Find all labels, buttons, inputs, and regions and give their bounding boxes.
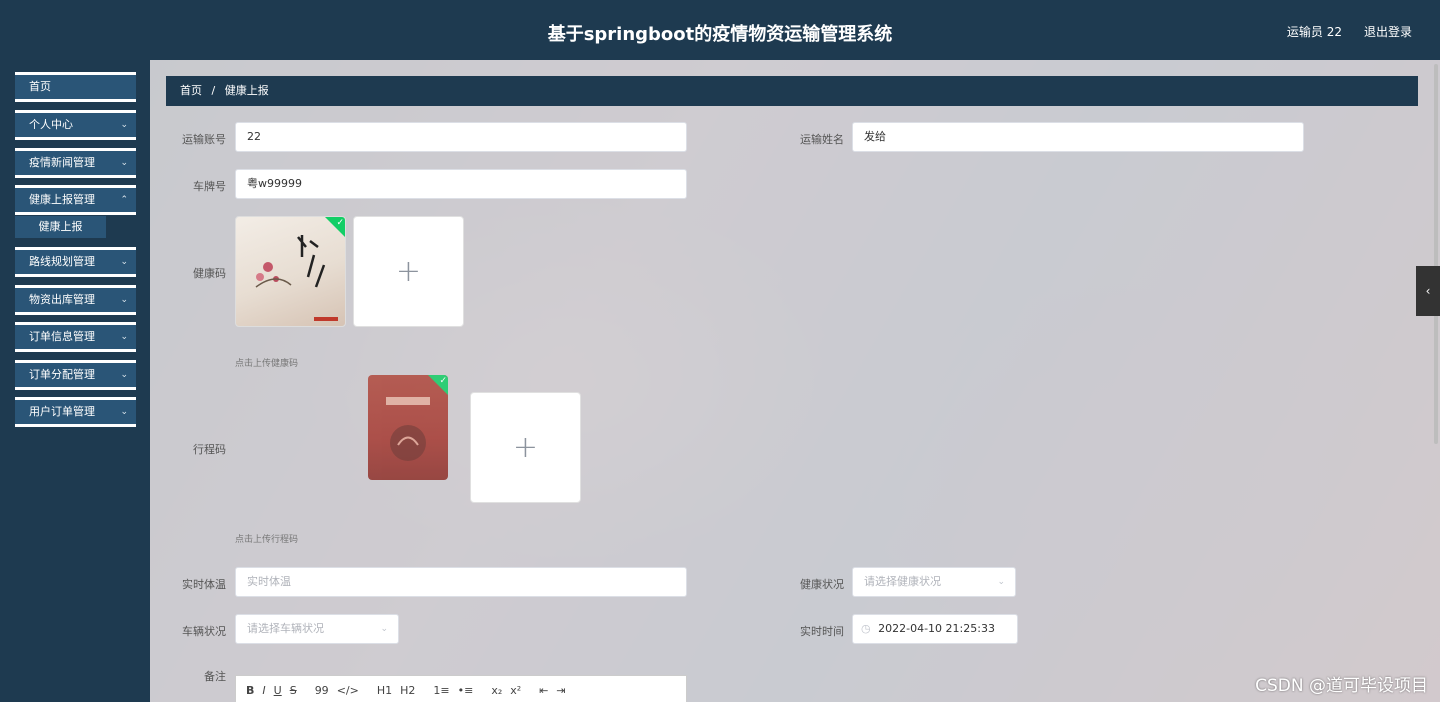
sidebar-item-home[interactable]: 首页 (15, 72, 136, 102)
plate-label: 车牌号 (193, 180, 226, 193)
chevron-down-icon: ⌄ (997, 577, 1005, 587)
header2-button[interactable]: H2 (400, 684, 415, 697)
submenu-item-health-report[interactable]: 健康上报 (15, 216, 106, 238)
account-label: 运输账号 (182, 133, 226, 146)
breadcrumb-separator: / (211, 84, 216, 97)
vehicle-status-placeholder: 请选择车辆状况 (247, 622, 324, 635)
chevron-down-icon: ⌄ (120, 407, 128, 417)
indent-button[interactable]: ⇥ (556, 684, 565, 697)
editor-toolbar: B I U S 99 </> H1 H2 1≡ •≡ x₂ x² ⇤ ⇥ (246, 684, 566, 697)
sidebar-item-news[interactable]: 疫情新闻管理 ⌄ (15, 148, 136, 178)
logout-link[interactable]: 退出登录 (1364, 23, 1412, 40)
app-title: 基于springboot的疫情物资运输管理系统 (547, 24, 893, 45)
bold-button[interactable]: B (246, 684, 254, 697)
temperature-label: 实时体温 (182, 578, 226, 591)
time-label: 实时时间 (800, 625, 844, 638)
italic-button[interactable]: I (262, 684, 265, 697)
health-code-label: 健康码 (193, 267, 226, 280)
time-picker[interactable]: ◷ 2022-04-10 21:25:33 (852, 614, 1018, 644)
chevron-down-icon: ⌄ (120, 120, 128, 130)
time-value: 2022-04-10 21:25:33 (878, 622, 995, 635)
name-input[interactable]: 发给 (852, 122, 1304, 152)
remark-editor[interactable]: B I U S 99 </> H1 H2 1≡ •≡ x₂ x² ⇤ ⇥ (235, 675, 687, 702)
chevron-down-icon: ⌄ (380, 624, 388, 634)
breadcrumb: 首页 / 健康上报 (166, 76, 1418, 106)
plate-input[interactable]: 粤w99999 (235, 169, 687, 199)
sidebar-item-user-orders[interactable]: 用户订单管理 ⌄ (15, 397, 136, 427)
upload-success-icon: ✓ (428, 375, 448, 395)
vehicle-status-select[interactable]: 请选择车辆状况 ⌄ (235, 614, 399, 644)
current-user: 运输员 22 (1286, 25, 1342, 39)
health-status-select[interactable]: 请选择健康状况 ⌄ (852, 567, 1016, 597)
sidebar: 首页 个人中心 ⌄ 疫情新闻管理 ⌄ 健康上报管理 ⌃ 健康上报 路线规划管理 … (0, 60, 150, 702)
upload-success-icon: ✓ (325, 217, 345, 237)
chevron-down-icon: ⌄ (120, 332, 128, 342)
sidebar-item-label: 物资出库管理 (29, 293, 95, 306)
blockquote-button[interactable]: 99 (315, 684, 329, 697)
vehicle-status-label: 车辆状况 (182, 625, 226, 638)
health-code-hint: 点击上传健康码 (235, 359, 299, 369)
underline-button[interactable]: U (274, 684, 282, 697)
chevron-down-icon: ⌄ (120, 257, 128, 267)
main-content: 首页 / 健康上报 运输账号 22 运输姓名 发给 车牌号 粤w99999 健康… (150, 60, 1440, 702)
chevron-down-icon: ⌄ (120, 158, 128, 168)
trip-code-upload-button[interactable]: + (470, 392, 581, 503)
scrollbar[interactable] (1434, 64, 1438, 444)
breadcrumb-home[interactable]: 首页 (180, 84, 202, 97)
plus-icon: + (395, 254, 422, 289)
sidebar-item-order-info[interactable]: 订单信息管理 ⌄ (15, 322, 136, 352)
chevron-up-icon: ⌃ (120, 195, 128, 205)
watermark: CSDN @道可毕设项目 (1255, 676, 1428, 696)
sidebar-item-supplies-outbound[interactable]: 物资出库管理 ⌄ (15, 285, 136, 315)
sidebar-item-label: 疫情新闻管理 (29, 156, 95, 169)
sidebar-item-label: 订单分配管理 (29, 368, 95, 381)
account-input[interactable]: 22 (235, 122, 687, 152)
temperature-input[interactable]: 实时体温 (235, 567, 687, 597)
header1-button[interactable]: H1 (377, 684, 392, 697)
ordered-list-button[interactable]: 1≡ (433, 684, 449, 697)
trip-code-image[interactable]: ✓ (368, 375, 448, 480)
subscript-button[interactable]: x₂ (491, 684, 502, 697)
sidebar-item-label: 用户订单管理 (29, 405, 95, 418)
trip-code-hint: 点击上传行程码 (235, 535, 299, 545)
sidebar-item-order-allocation[interactable]: 订单分配管理 ⌄ (15, 360, 136, 390)
name-label: 运输姓名 (800, 133, 844, 146)
plus-icon: + (512, 430, 539, 465)
health-code-image[interactable]: ✓ (235, 216, 346, 327)
strike-button[interactable]: S (290, 684, 297, 697)
remark-label: 备注 (204, 670, 226, 683)
breadcrumb-current: 健康上报 (224, 84, 269, 97)
sidebar-item-personal-center[interactable]: 个人中心 ⌄ (15, 110, 136, 140)
chevron-down-icon: ⌄ (120, 370, 128, 380)
sidebar-item-route-planning[interactable]: 路线规划管理 ⌄ (15, 247, 136, 277)
top-header: 基于springboot的疫情物资运输管理系统 运输员 22 退出登录 (0, 0, 1440, 60)
health-status-placeholder: 请选择健康状况 (864, 575, 941, 588)
sidebar-item-label: 健康上报管理 (29, 193, 95, 206)
chevron-left-icon[interactable]: ‹ (1416, 266, 1440, 316)
sidebar-item-label: 首页 (29, 80, 51, 93)
superscript-button[interactable]: x² (510, 684, 521, 697)
sidebar-item-health-report[interactable]: 健康上报管理 ⌃ (15, 185, 136, 215)
chevron-down-icon: ⌄ (120, 295, 128, 305)
trip-code-label: 行程码 (193, 443, 226, 456)
clock-icon: ◷ (861, 622, 871, 635)
sidebar-item-label: 路线规划管理 (29, 255, 95, 268)
health-code-upload-button[interactable]: + (353, 216, 464, 327)
outdent-button[interactable]: ⇤ (539, 684, 548, 697)
bullet-list-button[interactable]: •≡ (458, 684, 474, 697)
sidebar-item-label: 订单信息管理 (29, 330, 95, 343)
code-block-button[interactable]: </> (337, 684, 359, 697)
sidebar-item-label: 个人中心 (29, 118, 73, 131)
health-status-label: 健康状况 (800, 578, 844, 591)
